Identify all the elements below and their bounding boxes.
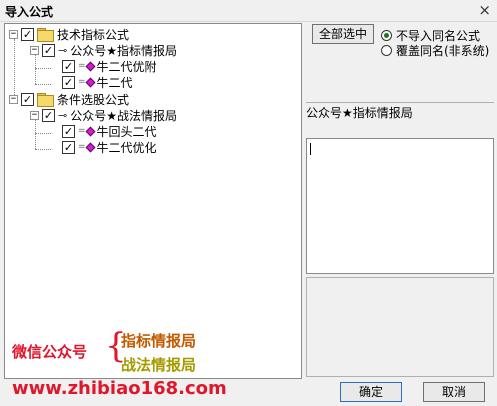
option-overwrite[interactable]: 覆盖同名(非系统) (381, 42, 489, 59)
checkbox[interactable]: ✓ (62, 140, 75, 154)
checkbox[interactable]: ✓ (21, 27, 34, 41)
key-icon: ⊸ (58, 108, 67, 122)
tree-node-label: 公众号★指标情报局 (70, 43, 177, 58)
collapse-icon[interactable]: − (9, 29, 18, 39)
ok-button[interactable]: 确定 (340, 382, 402, 402)
collapse-icon[interactable]: − (30, 110, 39, 120)
folder-icon (37, 93, 54, 107)
tree-node-formula[interactable]: ✓ = 牛二代 (62, 74, 133, 90)
folder-icon (37, 28, 54, 42)
tree-connector (35, 120, 36, 149)
watermark-wechat: 微信公众号 (12, 343, 88, 361)
tree-node-label: 牛回头二代 (96, 124, 157, 139)
text-caret (310, 143, 311, 155)
key-icon: ⊸ (58, 43, 67, 57)
tree-node-label: 牛二代优化 (96, 140, 157, 155)
watermark-url: www.zhibiao168.com (12, 378, 227, 399)
description-textarea[interactable] (306, 138, 494, 274)
collapse-icon[interactable]: − (30, 45, 39, 55)
tree-node-formula[interactable]: ✓ = 牛二代优化 (62, 139, 157, 155)
radio-icon[interactable] (381, 45, 392, 56)
checkbox[interactable]: ✓ (42, 108, 55, 122)
select-all-button[interactable]: 全部选中 (312, 24, 374, 44)
tree-node-formula[interactable]: ✓ = 牛回头二代 (62, 123, 157, 139)
tree-connector (35, 84, 51, 85)
formula-icon: = (78, 77, 95, 87)
formula-icon: = (78, 142, 95, 152)
tree-node-label: 牛二代优附 (96, 59, 157, 74)
tree-node-tech-formulas[interactable]: − ✓ 技术指标公式 (9, 26, 129, 42)
option-label: 覆盖同名(非系统) (396, 44, 490, 58)
tree-node-formula[interactable]: ✓ = 牛二代优附 (62, 58, 157, 74)
checkbox[interactable]: ✓ (21, 92, 34, 106)
tree-node-label: 牛二代 (96, 75, 133, 90)
radio-selected-icon[interactable] (381, 30, 392, 41)
divider (306, 102, 494, 103)
selected-item-title: 公众号★指标情报局 (306, 106, 413, 120)
cancel-button[interactable]: 取消 (423, 382, 485, 402)
tree-node-screening-formulas[interactable]: − ✓ 条件选股公式 (9, 91, 129, 107)
tree-node-label: 技术指标公式 (57, 27, 130, 42)
checkbox[interactable]: ✓ (42, 43, 55, 57)
checkbox[interactable]: ✓ (62, 124, 75, 138)
tree-connector (35, 133, 51, 134)
tree-connector (35, 68, 51, 69)
checkbox[interactable]: ✓ (62, 59, 75, 73)
tree-node-label: 条件选股公式 (57, 92, 130, 107)
formula-icon: = (78, 126, 95, 136)
close-icon[interactable]: × (478, 1, 491, 19)
formula-icon: = (78, 61, 95, 71)
preview-panel (306, 277, 494, 377)
tree-node-label: 公众号★战法情报局 (70, 108, 177, 123)
tree-node-group[interactable]: − ✓ ⊸ 公众号★战法情报局 (30, 107, 177, 123)
collapse-icon[interactable]: − (9, 94, 18, 104)
tree-connector (35, 55, 36, 84)
tree-connector (35, 149, 51, 150)
watermark-line2: 战法情报局 (121, 356, 197, 374)
tree-node-group[interactable]: − ✓ ⊸ 公众号★指标情报局 (30, 42, 177, 58)
title-bar: 导入公式 × (0, 0, 497, 22)
watermark-line1: 指标情报局 (121, 332, 197, 350)
checkbox[interactable]: ✓ (62, 75, 75, 89)
window-title: 导入公式 (5, 5, 54, 19)
formula-tree[interactable]: − ✓ 技术指标公式 − ✓ ⊸ 公众号★指标情报局 ✓ = 牛二代优附 ✓ =… (4, 23, 302, 379)
